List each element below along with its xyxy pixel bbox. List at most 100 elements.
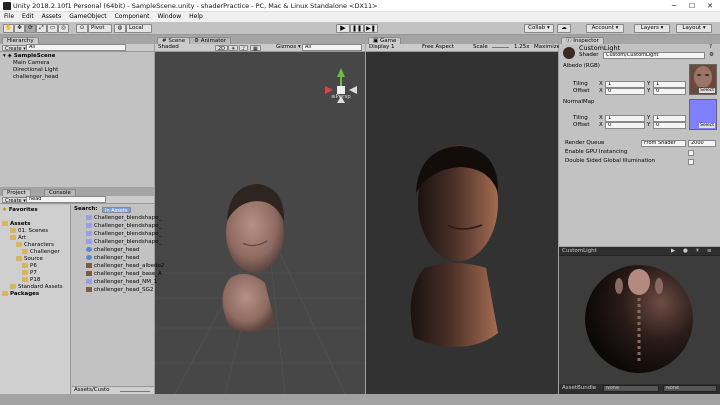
layout-button[interactable]: Layout ▾ [676,24,712,33]
menu-assets[interactable]: Assets [38,12,66,22]
display-dropdown[interactable]: Display 1 [369,44,395,51]
move-tool-icon[interactable]: ✥ [14,24,25,33]
audio-toggle-icon[interactable]: ♪ [239,45,249,52]
tree-characters[interactable]: Characters [16,242,54,249]
albedo-select-button[interactable]: Select [699,88,715,93]
hierarchy-item[interactable]: challenger_head [13,74,58,81]
scale-slider[interactable] [492,47,509,48]
close-icon[interactable]: ✕ [702,1,718,11]
play-icon[interactable]: ▶ [336,24,350,33]
render-queue-value[interactable]: 2000 [688,140,716,147]
2d-toggle[interactable]: 2D [215,45,229,52]
tree-source[interactable]: Source [16,256,43,263]
result-item[interactable]: Challenger_blendshape_ [86,223,161,230]
result-item[interactable]: challenger_head_base_A [86,271,162,278]
tree-challenger[interactable]: Challenger [22,249,60,256]
search-scope-button[interactable]: In Assets [102,207,131,214]
hand-tool-icon[interactable]: ✋ [3,24,14,33]
favorites-item[interactable]: ★ Favorites [2,207,38,214]
gpu-instancing-checkbox[interactable] [688,150,694,156]
tree-packages[interactable]: Packages [2,291,39,298]
scene-head-model[interactable] [222,184,285,332]
tab-console[interactable]: Console [44,189,76,196]
albedo-tiling-x-field[interactable]: 1 [605,81,645,88]
hierarchy-item[interactable]: Main Camera [13,60,49,67]
thumbnail-size-slider[interactable] [120,391,150,392]
collab-button[interactable]: Collab ▾ [524,24,554,33]
rotate-tool-icon[interactable]: ⟳ [25,24,36,33]
normalmap-texture-slot[interactable]: Select [689,99,717,130]
preview-light-icon[interactable]: ☀ [695,248,700,255]
project-search-input[interactable]: head [26,196,106,203]
menu-window[interactable]: Window [153,12,185,22]
menu-gameobject[interactable]: GameObject [65,12,110,22]
normal-tiling-x-field[interactable]: 1 [605,115,645,122]
maximize-icon[interactable]: ☐ [684,1,700,11]
tree-p6[interactable]: P6 [22,263,37,270]
step-icon[interactable]: ▶❚ [364,24,378,33]
global-icon[interactable]: ◍ [114,24,126,33]
normal-select-button[interactable]: Select [699,123,715,128]
menu-file[interactable]: File [0,12,18,22]
pivot-button[interactable]: Pivot [88,24,112,33]
menu-edit[interactable]: Edit [18,12,38,22]
preview-sphere-icon[interactable]: ● [683,248,688,255]
effects-toggle-icon[interactable]: ▦ [250,45,261,52]
tree-scenes[interactable]: 01. Scenes [10,228,48,235]
persp-label[interactable]: ≡Persp [331,94,351,101]
tree-p7[interactable]: P7 [22,270,37,277]
hierarchy-search-input[interactable]: All [26,44,126,51]
tab-scene[interactable]: # Scene [157,37,191,44]
albedo-offset-x-field[interactable]: 0 [605,88,645,95]
tab-project[interactable]: Project [2,189,31,196]
lighting-toggle-icon[interactable]: ☀ [228,45,239,52]
result-item[interactable]: Challenger_blendshape_ [86,231,161,238]
result-item[interactable]: challenger_head [86,255,139,262]
result-item[interactable]: challenger_head [86,247,139,254]
preview-menu-icon[interactable]: ≡ [707,248,712,255]
tree-assets[interactable]: Assets [2,221,30,228]
double-sided-gi-checkbox[interactable] [688,159,694,165]
result-item[interactable]: challenger_head_albedo2 [86,263,164,270]
shading-mode-dropdown[interactable]: Shaded [158,44,179,51]
local-button[interactable]: Local [126,24,152,33]
scene-search-input[interactable]: All [302,44,362,51]
aspect-dropdown[interactable]: Free Aspect [422,44,454,51]
menu-help[interactable]: Help [185,12,207,22]
tree-p18[interactable]: P18 [22,277,40,284]
project-create-button[interactable]: Create ▾ [2,197,29,204]
result-item[interactable]: Challenger_blendshape_ [86,215,161,222]
normal-offset-y-field[interactable]: 0 [653,122,686,129]
material-preview-sphere[interactable] [559,256,720,384]
maximize-toggle[interactable]: Maximize [534,44,560,51]
pivot-icon[interactable]: ⊙ [76,24,88,33]
tab-animator[interactable]: ⚙ Animator [189,37,231,44]
tab-inspector[interactable]: ⓘ Inspector [561,37,604,44]
account-button[interactable]: Account ▾ [586,24,624,33]
result-item[interactable]: challenger_head_SG2 [86,287,153,294]
albedo-tiling-y-field[interactable]: 1 [653,81,686,88]
gizmos-dropdown[interactable]: Gizmos ▾ [276,44,301,51]
albedo-texture-slot[interactable]: Select [689,64,717,95]
hierarchy-item[interactable]: Directional Light [13,67,58,74]
shader-dropdown[interactable]: Custom/CustomLight [603,52,705,59]
help-icon[interactable]: ? [709,44,712,51]
transform-tool-icon[interactable]: ◎ [58,24,69,33]
minimize-icon[interactable]: ─ [666,1,682,11]
menu-component[interactable]: Component [111,12,154,22]
scale-tool-icon[interactable]: ⤢ [36,24,47,33]
tree-art[interactable]: Art [10,235,26,242]
scene-viewport[interactable] [155,53,365,394]
scene-root[interactable]: ▾ ◈ SampleScene [3,53,55,60]
pause-icon[interactable]: ❚❚ [350,24,364,33]
normal-offset-x-field[interactable]: 0 [605,122,645,129]
tab-hierarchy[interactable]: Hierarchy [2,37,39,44]
cloud-icon[interactable]: ☁ [557,24,571,33]
render-queue-dropdown[interactable]: From Shader [641,140,686,147]
result-item[interactable]: Challenger_blendshape_ [86,239,161,246]
asset-bundle-dropdown[interactable]: None [603,385,659,392]
tab-game[interactable]: ▣ Game [368,37,402,44]
asset-bundle-variant-dropdown[interactable]: None [663,385,717,392]
albedo-offset-y-field[interactable]: 0 [653,88,686,95]
game-viewport[interactable] [366,53,558,394]
